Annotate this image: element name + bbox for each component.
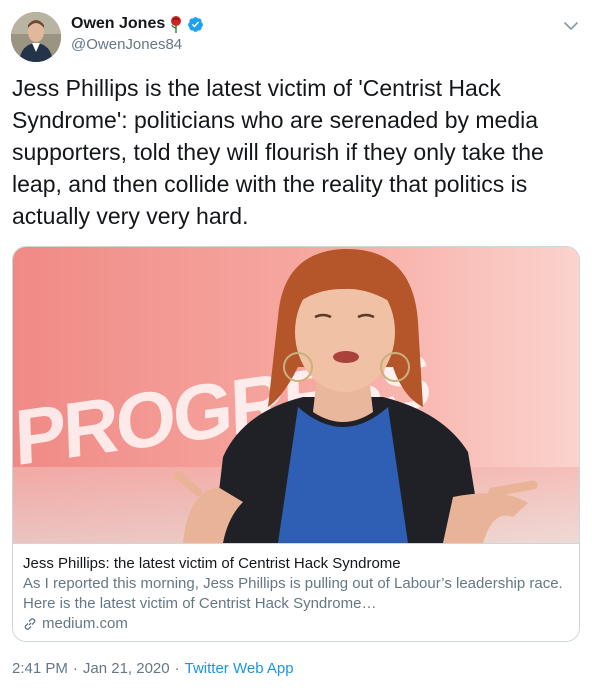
tweet-footer: 2:41 PM · Jan 21, 2020 · Twitter Web App (12, 660, 294, 677)
tweet: Owen Jones @OwenJones84 Jess Phillips is… (0, 0, 592, 692)
author-handle[interactable]: @OwenJones84 (71, 36, 182, 53)
tweet-source-link[interactable]: Twitter Web App (185, 660, 294, 677)
card-meta: Jess Phillips: the latest victim of Cent… (13, 543, 579, 641)
avatar[interactable] (11, 12, 61, 62)
card-image: PROGRESS (13, 247, 579, 543)
author-display-name[interactable]: Owen Jones (71, 15, 165, 33)
author-name-row: Owen Jones (71, 15, 204, 33)
card-domain-row: medium.com (23, 614, 569, 634)
link-icon (23, 617, 37, 631)
link-card[interactable]: PROGRESS Jess Phillips: the latest victi… (12, 246, 580, 642)
footer-separator: · (72, 660, 78, 677)
card-domain: medium.com (42, 615, 128, 632)
card-description: As I reported this morning, Jess Phillip… (23, 575, 563, 612)
card-title: Jess Phillips: the latest victim of Cent… (23, 555, 401, 572)
tweet-time[interactable]: 2:41 PM (12, 660, 68, 677)
tweet-date[interactable]: Jan 21, 2020 (83, 660, 170, 677)
chevron-down-icon[interactable] (564, 18, 578, 30)
rose-icon (169, 15, 183, 33)
footer-separator-2: · (174, 660, 180, 677)
verified-icon (187, 16, 204, 33)
tweet-text: Jess Phillips is the latest victim of 'C… (12, 75, 544, 229)
